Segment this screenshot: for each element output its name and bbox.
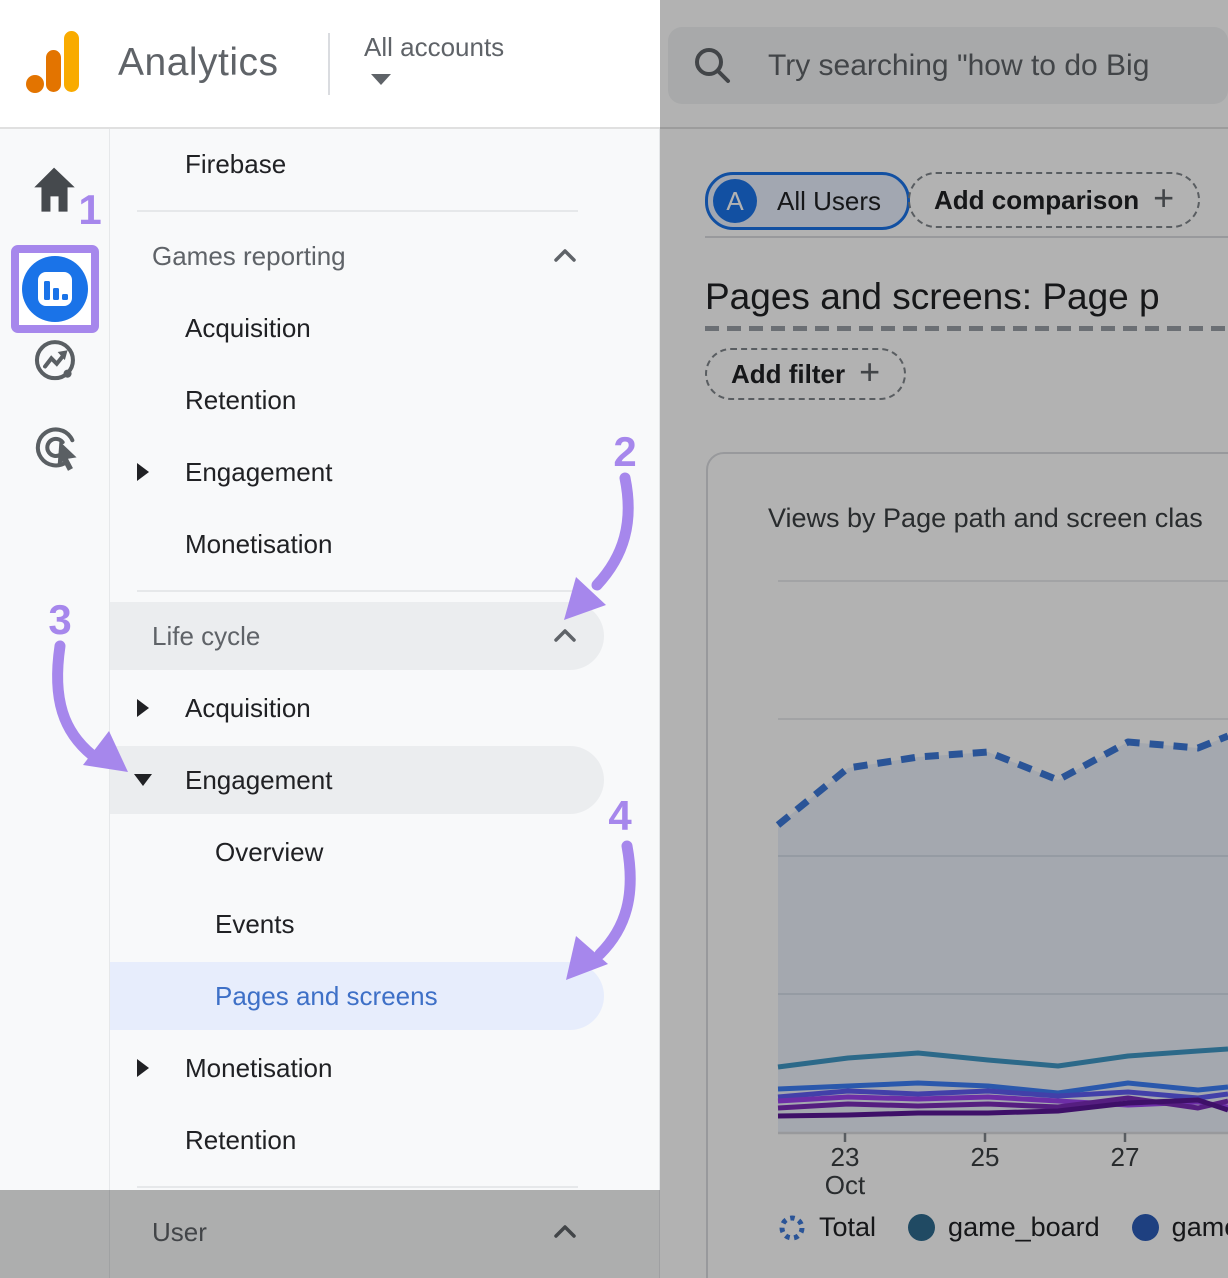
report-nav-drawer: Firebase Games reporting Acquisition Retent… — [110, 128, 660, 1278]
toolbar-divider — [705, 236, 1228, 238]
collapse-triangle-icon[interactable] — [134, 774, 152, 786]
all-users-chip[interactable]: A All Users — [705, 172, 910, 230]
plus-icon: + — [859, 354, 880, 390]
sidebar-item-firebase[interactable]: Firebase — [110, 128, 659, 200]
chevron-up-icon[interactable] — [550, 621, 580, 651]
expand-triangle-icon[interactable] — [137, 463, 149, 481]
sidebar-item-label: User — [152, 1217, 207, 1248]
search-bar[interactable]: Try searching "how to do Big — [668, 27, 1228, 104]
search-icon — [690, 43, 736, 89]
sidebar-item-acquisition[interactable]: Acquisition — [110, 292, 659, 364]
sidebar-item-label: Pages and screens — [215, 981, 438, 1012]
sidebar-item-engagement[interactable]: Engagement — [110, 436, 659, 508]
legend-item-Total: Total — [778, 1212, 876, 1243]
sidebar-item-games-reporting[interactable]: Games reporting — [110, 220, 659, 292]
dot-swatch — [1132, 1214, 1159, 1241]
nav-rail — [0, 128, 110, 1278]
app-header: Analytics All accounts — [0, 0, 660, 127]
page-title-dashed-underline — [705, 326, 1228, 331]
chart-legend: Total game_board game_over — [778, 1212, 1228, 1243]
sidebar-item-label: Life cycle — [152, 621, 260, 652]
header-divider-vertical — [328, 33, 330, 95]
sidebar-item-label: Engagement — [185, 457, 332, 488]
add-comparison-button[interactable]: Add comparison + — [908, 172, 1200, 228]
sidebar-item-retention[interactable]: Retention — [110, 364, 659, 436]
nav-divider — [137, 210, 578, 212]
ga4-pages-and-screens-screenshot: Try searching "how to do Big A All Users… — [0, 0, 1228, 1278]
sidebar-item-events[interactable]: Events — [110, 888, 659, 960]
sidebar-item-retention[interactable]: Retention — [110, 1104, 659, 1176]
home-icon[interactable] — [34, 168, 74, 212]
sidebar-item-overview[interactable]: Overview — [110, 816, 659, 888]
google-analytics-logo[interactable] — [0, 0, 110, 110]
sidebar-item-label: Games reporting — [152, 241, 346, 272]
x-axis-tick-sublabel: Oct — [805, 1170, 885, 1201]
sidebar-item-user[interactable]: User — [110, 1196, 659, 1268]
x-axis-tick-label: 23 — [805, 1142, 885, 1173]
dot-swatch — [908, 1214, 935, 1241]
sidebar-item-engagement[interactable]: Engagement — [110, 744, 659, 816]
nav-divider — [137, 1186, 578, 1188]
sidebar-item-label: Retention — [185, 1125, 296, 1156]
all-users-label: All Users — [777, 186, 881, 217]
expand-triangle-icon[interactable] — [137, 699, 149, 717]
search-placeholder: Try searching "how to do Big — [768, 49, 1149, 83]
chevron-up-icon[interactable] — [550, 241, 580, 271]
sidebar-item-acquisition[interactable]: Acquisition — [110, 672, 659, 744]
sidebar-item-label: Retention — [185, 385, 296, 416]
x-axis-tick-label: 25 — [945, 1142, 1025, 1173]
legend-item-game_board: game_board — [908, 1212, 1100, 1243]
advertising-icon[interactable] — [31, 422, 81, 472]
account-selector[interactable]: All accounts — [364, 32, 504, 63]
sidebar-item-life-cycle[interactable]: Life cycle — [110, 600, 659, 672]
add-filter-button[interactable]: Add filter + — [705, 348, 906, 400]
sidebar-item-monetisation[interactable]: Monetisation — [110, 1032, 659, 1104]
chevron-down-icon[interactable] — [371, 74, 391, 85]
sidebar-item-label: Acquisition — [185, 693, 311, 724]
brand-name: Analytics — [118, 41, 279, 85]
page-title[interactable]: Pages and screens: Page p — [705, 276, 1160, 318]
sidebar-item-label: Overview — [215, 837, 323, 868]
sidebar-item-label: Acquisition — [185, 313, 311, 344]
nav-divider — [137, 590, 578, 592]
header-bottom-border — [0, 127, 1228, 129]
sidebar-item-label: Engagement — [185, 765, 332, 796]
sidebar-item-label: Events — [215, 909, 295, 940]
expand-triangle-icon[interactable] — [137, 1059, 149, 1077]
plus-icon: + — [1153, 180, 1174, 216]
sidebar-item-monetisation[interactable]: Monetisation — [110, 508, 659, 580]
all-users-badge: A — [713, 179, 757, 223]
sidebar-item-pages-and-screens[interactable]: Pages and screens — [110, 960, 659, 1032]
x-axis-tick-label: 27 — [1085, 1142, 1165, 1173]
sidebar-item-label: Firebase — [185, 149, 286, 180]
sidebar-item-label: Monetisation — [185, 529, 332, 560]
dashed-circle-swatch — [778, 1214, 806, 1242]
chevron-up-icon[interactable] — [550, 1217, 580, 1247]
explore-icon[interactable] — [37, 342, 73, 378]
sidebar-item-label: Monetisation — [185, 1053, 332, 1084]
legend-item-game_over: game_over — [1132, 1212, 1228, 1243]
